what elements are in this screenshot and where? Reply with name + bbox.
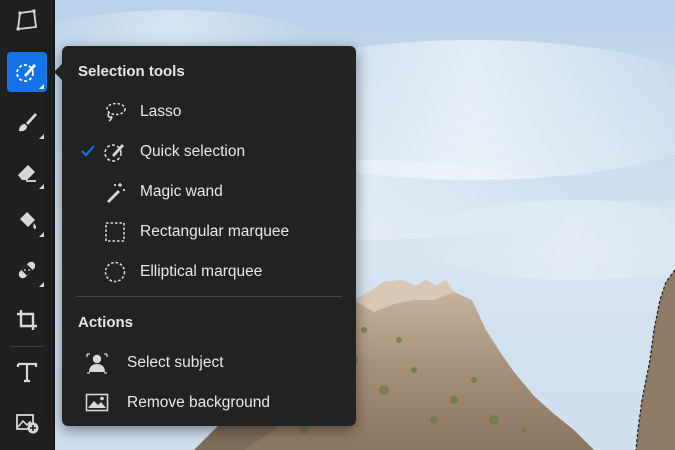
submenu-indicator bbox=[39, 232, 44, 237]
bandage-icon bbox=[14, 257, 40, 283]
menu-item-remove-background[interactable]: Remove background bbox=[62, 385, 356, 421]
menu-item-label: Quick selection bbox=[140, 143, 246, 160]
submenu-indicator bbox=[39, 282, 44, 287]
toolbar-divider bbox=[10, 346, 44, 347]
brush-icon bbox=[14, 109, 40, 135]
menu-item-quick-selection[interactable]: Quick selection bbox=[62, 134, 356, 170]
submenu-indicator bbox=[39, 134, 44, 139]
type-icon bbox=[14, 359, 40, 385]
lasso-icon bbox=[102, 99, 128, 125]
menu-item-lasso[interactable]: Lasso bbox=[62, 94, 356, 130]
menu-item-rectangular-marquee[interactable]: Rectangular marquee bbox=[62, 214, 356, 250]
rectangular-marquee-icon bbox=[102, 219, 128, 245]
fill-tool-button[interactable] bbox=[7, 200, 47, 240]
type-tool-button[interactable] bbox=[7, 352, 47, 392]
menu-divider bbox=[76, 296, 342, 297]
menu-item-label: Magic wand bbox=[140, 183, 223, 200]
menu-item-label: Rectangular marquee bbox=[140, 223, 290, 240]
magic-wand-icon bbox=[102, 179, 128, 205]
add-image-tool-button[interactable] bbox=[7, 402, 47, 442]
menu-caret bbox=[54, 64, 62, 80]
actions-heading: Actions bbox=[78, 314, 134, 331]
elliptical-marquee-icon bbox=[102, 259, 128, 285]
selection-tool-button[interactable] bbox=[7, 52, 47, 92]
paint-bucket-icon bbox=[14, 207, 40, 233]
select-subject-icon bbox=[84, 350, 110, 376]
add-image-icon bbox=[14, 409, 40, 435]
eraser-icon bbox=[14, 159, 40, 185]
menu-item-label: Select subject bbox=[127, 354, 224, 371]
checkmark-icon bbox=[80, 143, 96, 159]
brush-tool-button[interactable] bbox=[7, 102, 47, 142]
selection-tools-menu: Selection tools Lasso Quick selection Ma… bbox=[54, 46, 356, 426]
menu-item-label: Remove background bbox=[127, 394, 271, 411]
toolbar bbox=[0, 0, 55, 450]
healing-tool-button[interactable] bbox=[7, 250, 47, 290]
pen-tool-button[interactable] bbox=[7, 0, 47, 40]
menu-item-label: Elliptical marquee bbox=[140, 263, 263, 280]
menu-item-magic-wand[interactable]: Magic wand bbox=[62, 174, 356, 210]
submenu-indicator bbox=[39, 184, 44, 189]
pen-path-icon bbox=[14, 7, 40, 33]
quick-selection-icon bbox=[14, 59, 40, 85]
selection-tools-heading: Selection tools bbox=[78, 63, 185, 80]
quick-selection-icon bbox=[102, 139, 128, 165]
menu-item-elliptical-marquee[interactable]: Elliptical marquee bbox=[62, 254, 356, 290]
submenu-indicator bbox=[39, 84, 44, 89]
remove-background-icon bbox=[84, 390, 110, 416]
menu-item-label: Lasso bbox=[140, 103, 182, 120]
eraser-tool-button[interactable] bbox=[7, 152, 47, 192]
crop-icon bbox=[14, 307, 40, 333]
crop-tool-button[interactable] bbox=[7, 300, 47, 340]
menu-item-select-subject[interactable]: Select subject bbox=[62, 345, 356, 381]
